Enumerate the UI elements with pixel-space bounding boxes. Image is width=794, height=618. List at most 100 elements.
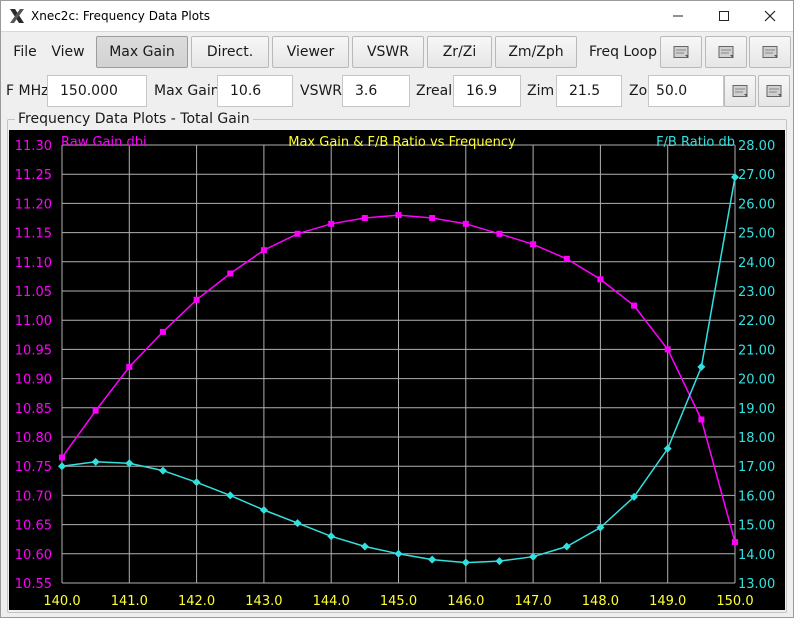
directivity-button[interactable]: Direct. <box>191 36 269 68</box>
vswr-button[interactable]: VSWR <box>352 36 424 68</box>
file-menu[interactable]: File <box>7 36 43 68</box>
gain-data-point <box>563 255 570 262</box>
left-axis-tick-label: 10.70 <box>15 489 52 504</box>
app-window: Xnec2c: Frequency Data Plots File View M… <box>0 0 794 618</box>
chart-title: Max Gain & F/B Ratio vs Frequency <box>288 135 516 150</box>
fmhz-label: F MHz <box>6 83 49 99</box>
plots-group-label: Frequency Data Plots - Total Gain <box>15 111 253 127</box>
gain-data-point <box>92 407 99 414</box>
right-axis-tick-label: 20.00 <box>738 373 775 388</box>
zo-label: Zo <box>629 83 648 99</box>
zim-field[interactable]: 21.5 <box>556 75 622 107</box>
gain-data-point <box>631 302 638 309</box>
gain-data-point <box>328 220 335 227</box>
left-axis-tick-label: 10.90 <box>15 373 52 388</box>
x-axis-tick-label: 141.0 <box>111 594 148 609</box>
right-axis-tick-label: 13.00 <box>738 577 775 592</box>
xnec2c-app-icon <box>10 9 24 23</box>
left-axis-tick-label: 11.10 <box>15 256 52 271</box>
vswr-field[interactable]: 3.6 <box>342 75 410 107</box>
x-axis-tick-label: 149.0 <box>649 594 686 609</box>
maximize-icon <box>719 11 729 21</box>
freq-loop-reset-button[interactable] <box>749 36 791 68</box>
gain-data-point <box>395 212 402 219</box>
right-axis-tick-label: 16.00 <box>738 489 775 504</box>
freq-loop-pause-button[interactable] <box>705 36 747 68</box>
document-icon <box>673 46 689 58</box>
x-axis-tick-label: 143.0 <box>245 594 282 609</box>
gain-data-point <box>664 346 671 353</box>
left-axis-tick-label: 10.75 <box>15 460 52 475</box>
right-axis-tick-label: 24.00 <box>738 256 775 271</box>
gain-data-point <box>126 363 133 370</box>
left-axis-tick-label: 10.85 <box>15 402 52 417</box>
left-axis-tick-label: 11.20 <box>15 197 52 212</box>
x-axis-tick-label: 144.0 <box>313 594 350 609</box>
document-icon <box>732 85 748 97</box>
right-axis-tick-label: 17.00 <box>738 460 775 475</box>
x-axis-tick-label: 148.0 <box>582 594 619 609</box>
window-title: Xnec2c: Frequency Data Plots <box>31 9 211 23</box>
left-axis-tick-label: 10.95 <box>15 343 52 358</box>
left-axis-label: Raw Gain dbi <box>61 135 147 150</box>
gain-data-point <box>429 215 436 221</box>
x-axis-tick-label: 140.0 <box>43 594 80 609</box>
left-axis-tick-label: 11.25 <box>15 168 52 183</box>
gain-data-point <box>496 230 503 237</box>
right-axis-label: F/B Ratio db <box>656 135 735 150</box>
right-axis-tick-label: 25.00 <box>738 227 775 242</box>
left-axis-tick-label: 11.15 <box>15 227 52 242</box>
title-bar[interactable]: Xnec2c: Frequency Data Plots <box>1 1 793 32</box>
x-axis-tick-label: 147.0 <box>514 594 551 609</box>
zo-field[interactable]: 50.0 <box>648 75 724 107</box>
right-axis-tick-label: 18.00 <box>738 431 775 446</box>
view-menu[interactable]: View <box>49 36 87 68</box>
right-axis-tick-label: 23.00 <box>738 285 775 300</box>
maximize-button[interactable] <box>701 1 747 31</box>
gain-data-point <box>260 247 267 254</box>
gain-data-point <box>193 296 200 303</box>
gain-data-point <box>732 539 738 546</box>
value-fields-row: F MHz 150.000 Max Gain 10.6 VSWR 3.6 Zre… <box>1 73 793 109</box>
gain-data-point <box>462 220 469 227</box>
left-axis-tick-label: 11.05 <box>15 285 52 300</box>
viewer-button[interactable]: Viewer <box>272 36 349 68</box>
gain-data-point <box>227 270 234 277</box>
gain-data-point <box>698 416 705 423</box>
zr-zi-button[interactable]: Zr/Zi <box>427 36 492 68</box>
x-axis-tick-label: 142.0 <box>178 594 215 609</box>
frequency-plot[interactable]: 11.30 11.25 11.20 11.15 11.10 11.05 11.00 10.95… <box>9 130 785 610</box>
x-axis-tick-label: 145.0 <box>380 594 417 609</box>
right-axis-tick-label: 19.00 <box>738 402 775 417</box>
fmhz-field[interactable]: 150.000 <box>47 75 147 107</box>
zo-reset-button[interactable] <box>758 75 790 107</box>
right-axis-tick-label: 14.00 <box>738 548 775 563</box>
zreal-label: Zreal <box>416 83 453 99</box>
right-axis-tick-label: 27.00 <box>738 168 775 183</box>
right-axis-tick-label: 26.00 <box>738 197 775 212</box>
gain-data-point <box>159 328 166 335</box>
minimize-button[interactable] <box>655 1 701 31</box>
gain-data-point <box>597 276 604 283</box>
right-axis-tick-label: 22.00 <box>738 314 775 329</box>
right-axis-tick-label: 21.00 <box>738 343 775 358</box>
maxgain-field[interactable]: 10.6 <box>217 75 293 107</box>
toolbar: File View Max Gain Direct. Viewer VSWR Z… <box>1 34 793 70</box>
plot-background <box>9 130 785 610</box>
gain-data-point <box>294 230 301 237</box>
x-axis-tick-label: 146.0 <box>447 594 484 609</box>
max-gain-button[interactable]: Max Gain <box>96 36 188 68</box>
zo-apply-button[interactable] <box>724 75 756 107</box>
zm-zph-button[interactable]: Zm/Zph <box>495 36 577 68</box>
left-axis-tick-label: 11.30 <box>15 139 52 154</box>
zim-label: Zim <box>527 83 555 99</box>
close-button[interactable] <box>747 1 793 31</box>
freq-loop-start-button[interactable] <box>660 36 702 68</box>
zreal-field[interactable]: 16.9 <box>453 75 521 107</box>
freq-loop-label: Freq Loop <box>588 44 657 60</box>
document-icon <box>718 46 734 58</box>
left-axis-tick-label: 11.00 <box>15 314 52 329</box>
close-icon <box>764 10 776 22</box>
vswr-label: VSWR <box>300 83 343 99</box>
maxgain-label: Max Gain <box>154 83 220 99</box>
